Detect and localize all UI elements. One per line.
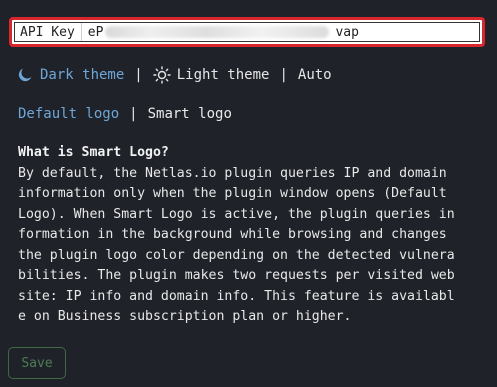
api-key-redacted xyxy=(105,26,330,38)
info-text-line: formation in the background while browsi… xyxy=(18,227,447,242)
info-text-line: By default, the Netlas.io plugin queries… xyxy=(18,165,447,181)
moon-icon xyxy=(16,66,34,84)
dark-theme-option[interactable]: Dark theme xyxy=(16,66,124,84)
light-theme-option[interactable]: Light theme xyxy=(153,66,270,84)
theme-separator: | xyxy=(134,67,143,83)
api-key-input[interactable]: eP vap xyxy=(82,23,479,41)
smart-logo-option[interactable]: Smart logo xyxy=(148,106,232,122)
logo-separator: | xyxy=(129,106,138,122)
info-text-line: site: IP info and domain info. This feat… xyxy=(18,288,455,304)
info-text-line: the plugin logo color depending on the d… xyxy=(18,247,455,263)
info-text-line: information only when the plugin window … xyxy=(18,186,447,201)
light-theme-label: Light theme xyxy=(176,67,270,83)
smart-logo-info: What is Smart Logo? By default, the Netl… xyxy=(18,143,488,328)
info-title: What is Smart Logo? xyxy=(18,145,169,160)
default-logo-option[interactable]: Default logo xyxy=(18,106,119,122)
info-text-line: Logo). When Smart Logo is active, the pl… xyxy=(18,206,455,222)
info-text-line: e on Business subscription plan or highe… xyxy=(18,309,352,324)
api-key-input-group: API Key eP vap xyxy=(14,22,480,42)
auto-theme-label: Auto xyxy=(297,67,332,83)
save-button[interactable]: Save xyxy=(8,347,66,379)
api-key-value-prefix: eP xyxy=(87,24,104,40)
sun-icon xyxy=(153,66,171,84)
dark-theme-label: Dark theme xyxy=(40,67,125,83)
api-key-highlight: API Key eP vap xyxy=(9,17,485,47)
theme-separator: | xyxy=(279,67,288,83)
info-text-line: bilities. The plugin makes two requests … xyxy=(18,268,455,283)
api-key-value-suffix: vap xyxy=(335,24,359,40)
theme-selector: Dark theme | Light theme | Auto xyxy=(16,65,332,85)
auto-theme-option[interactable]: Auto xyxy=(298,67,332,83)
logo-selector: Default logo | Smart logo xyxy=(18,104,232,124)
api-key-label: API Key xyxy=(15,23,82,41)
